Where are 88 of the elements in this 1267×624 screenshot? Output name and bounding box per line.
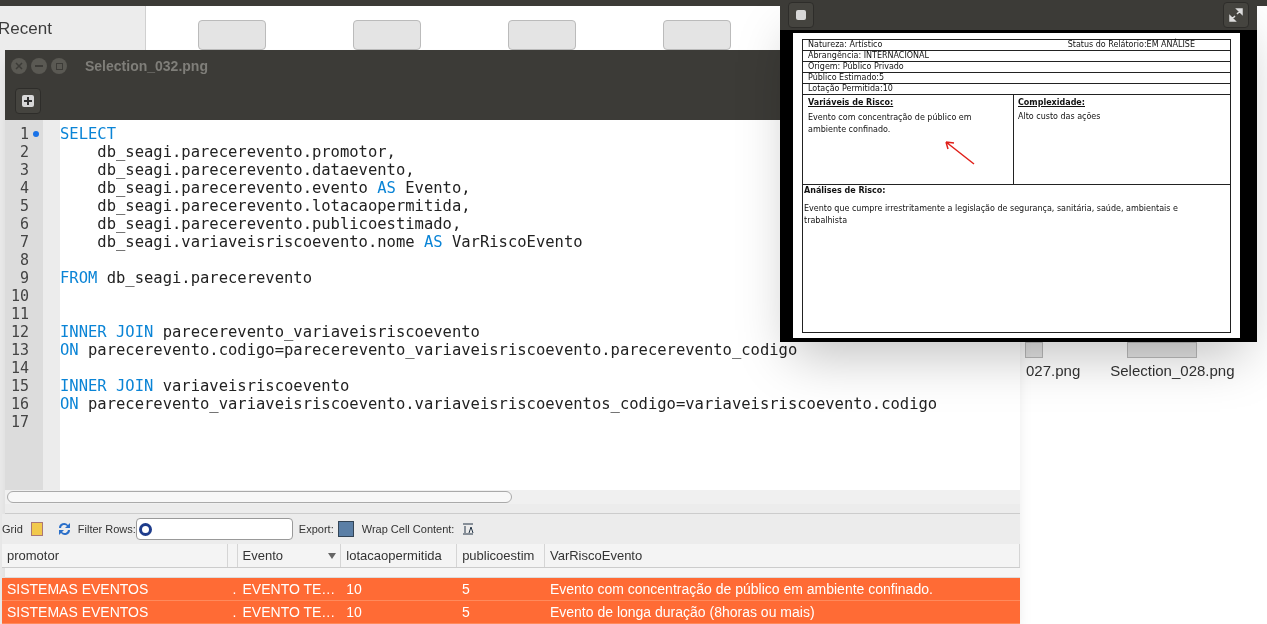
line-number: 9 bbox=[18, 269, 29, 287]
line-number: 1 bbox=[18, 125, 29, 143]
table-cell-text: 5 bbox=[461, 602, 471, 622]
code-line: ON parecerevento.codigo=parecerevento_variaveisriscoevento.parecerevento_codigo bbox=[60, 341, 798, 359]
report-field: Status do Relátorio:EM ANÁLISE bbox=[1067, 39, 1195, 51]
fullscreen-button[interactable] bbox=[1223, 2, 1249, 28]
grid-icon[interactable] bbox=[30, 522, 43, 536]
code-line: db_seagi.parecerevento.dataevento, bbox=[96, 161, 415, 179]
report-field: Natureza: Artístico bbox=[808, 39, 883, 51]
line-number: 3 bbox=[18, 161, 29, 179]
thumbnail-placeholder[interactable] bbox=[663, 20, 731, 50]
code-line: db_seagi.parecerevento.publicoestimado, bbox=[96, 215, 462, 233]
window-title: Selection_032.png bbox=[85, 56, 208, 76]
line-number: 17 bbox=[9, 413, 29, 431]
line-number: 2 bbox=[18, 143, 29, 161]
thumbnail-placeholder[interactable] bbox=[198, 20, 266, 50]
code-line: db_seagi.variaveisriscoevento.nome AS VarRiscoEvento bbox=[96, 233, 583, 251]
report-field: Origem: Público Privado bbox=[808, 61, 904, 73]
file-name[interactable]: 027.png bbox=[1026, 360, 1081, 383]
code-line: db_seagi.parecerevento.lotacaopermitida, bbox=[96, 197, 471, 215]
report-field: Público Estimado:5 bbox=[808, 72, 885, 84]
table-cell-text: EVENTO TE… bbox=[241, 579, 337, 599]
table-cell-text: . bbox=[231, 602, 238, 622]
code-line: INNER JOIN parecerevento_variaveisriscoevento bbox=[60, 323, 480, 341]
toolbar-label: Export: bbox=[298, 521, 334, 537]
thumbnail-placeholder[interactable] bbox=[508, 20, 576, 50]
table-cell-text: SISTEMAS EVENTOS bbox=[6, 579, 150, 599]
section-heading: Variáveis de Risco: bbox=[808, 97, 895, 109]
maximize-icon[interactable] bbox=[51, 58, 67, 74]
line-number: 13 bbox=[9, 341, 29, 359]
column-header[interactable]: promotor bbox=[2, 544, 228, 567]
column-header[interactable]: lotacaopermitida bbox=[341, 544, 458, 567]
filter-field[interactable] bbox=[135, 518, 293, 540]
line-number: 14 bbox=[9, 359, 29, 377]
section-heading: Análises de Risco: bbox=[804, 185, 887, 197]
line-number: 8 bbox=[18, 251, 29, 269]
sort-caret-icon bbox=[328, 552, 337, 559]
thumbnail-placeholder[interactable] bbox=[353, 20, 421, 50]
column-header[interactable]: VarRiscoEvento bbox=[544, 544, 1020, 567]
code-line: ON parecerevento_variaveisriscoevento.variaveisriscoeventos_codigo=variaveisriscoevento.codigo bbox=[60, 395, 938, 413]
table-cell-text: SISTEMAS EVENTOS bbox=[6, 602, 150, 622]
scrollbar[interactable] bbox=[7, 491, 512, 503]
expand-icon bbox=[1229, 8, 1243, 22]
table-cell-text: 10 bbox=[345, 602, 363, 622]
report-field: Lotação Permitida:10 bbox=[808, 83, 893, 95]
line-number: 10 bbox=[9, 287, 29, 305]
code-line: INNER JOIN variaveisriscoevento bbox=[60, 377, 350, 395]
add-button[interactable] bbox=[15, 88, 41, 114]
line-number: 11 bbox=[9, 305, 29, 323]
line-number: 7 bbox=[18, 233, 29, 251]
line-number: 15 bbox=[9, 377, 29, 395]
report-text: Alto custo das ações bbox=[1018, 111, 1102, 123]
table-cell-text: 10 bbox=[345, 579, 363, 599]
code-line: db_seagi.parecerevento.evento AS Evento, bbox=[96, 179, 471, 197]
sidebar-item[interactable]: Recent bbox=[0, 16, 145, 42]
search-icon bbox=[138, 522, 152, 536]
line-number: 4 bbox=[18, 179, 29, 197]
toolbar-label: Grid bbox=[2, 521, 23, 537]
code-line: SELECT bbox=[60, 125, 116, 143]
table-cell-text: . bbox=[231, 579, 238, 599]
wrap-icon[interactable] bbox=[462, 523, 475, 535]
table-cell-text: Evento de longa duração (8horas ou mais) bbox=[548, 602, 816, 622]
thumbnail-placeholder[interactable] bbox=[1025, 342, 1043, 358]
code-line: FROM db_seagi.parecerevento bbox=[60, 269, 312, 287]
line-number: 5 bbox=[18, 197, 29, 215]
code-line: db_seagi.parecerevento.promotor, bbox=[96, 143, 396, 161]
refresh-icon[interactable] bbox=[56, 522, 72, 536]
thumbnail-placeholder[interactable] bbox=[1127, 342, 1197, 358]
line-number: 12 bbox=[9, 323, 29, 341]
add-button[interactable] bbox=[788, 2, 814, 28]
line-number: 16 bbox=[9, 395, 29, 413]
column-header[interactable]: publicoestim bbox=[457, 544, 545, 567]
report-text: Evento com concentração de público em ambiente confinado. bbox=[808, 112, 973, 136]
report-text: Evento que cumpre irrestritamente a legislação de segurança, sanitária, saúde, ambientais e trabalhista bbox=[804, 203, 1179, 227]
table-cell-text: 5 bbox=[461, 579, 471, 599]
report-field: Abrangência: INTERNACIONAL bbox=[808, 50, 929, 62]
close-icon[interactable] bbox=[11, 58, 27, 74]
section-heading: Complexidade: bbox=[1018, 97, 1086, 109]
line-number: 6 bbox=[18, 215, 29, 233]
table-cell-text: Evento com concentração de público em ambiente confinado. bbox=[548, 579, 934, 599]
column-header[interactable]: Evento bbox=[237, 544, 342, 567]
file-name[interactable]: Selection_028.png bbox=[1110, 360, 1235, 383]
toolbar-label: Wrap Cell Content: bbox=[361, 521, 455, 537]
minimize-icon[interactable] bbox=[31, 58, 47, 74]
save-icon[interactable] bbox=[337, 521, 354, 537]
toolbar-label: Filter Rows: bbox=[77, 521, 136, 537]
annotation-arrow bbox=[942, 138, 976, 166]
table-cell-text: EVENTO TE… bbox=[241, 602, 337, 622]
